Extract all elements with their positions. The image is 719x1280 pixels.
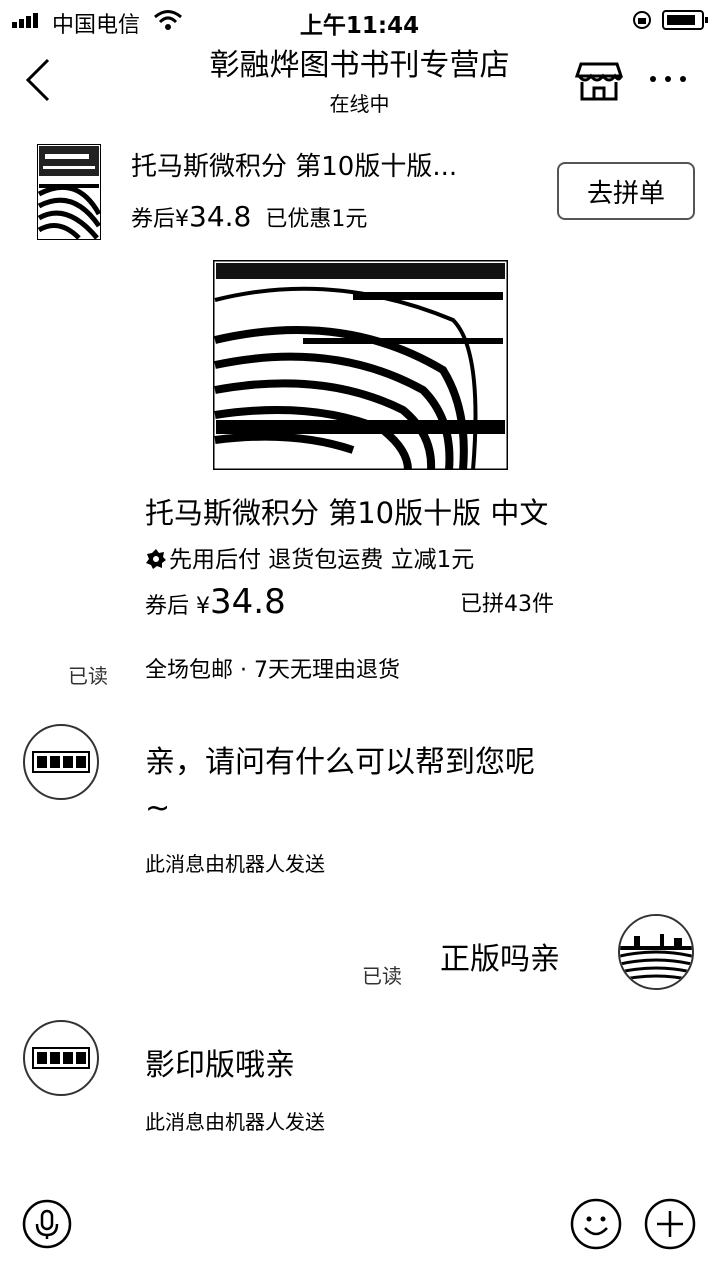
card-tags-text: 先用后付 退货包运费 立减1元 xyxy=(169,547,475,573)
read-receipt: 已读 xyxy=(362,964,402,988)
read-receipt: 已读 xyxy=(68,664,108,688)
badge-icon xyxy=(146,549,166,569)
shop-avatar[interactable] xyxy=(23,1020,99,1096)
status-bar: 中国电信 上午11:44 xyxy=(0,0,719,40)
shop-avatar[interactable] xyxy=(23,724,99,800)
product-title[interactable]: 托马斯微积分 第10版十版... xyxy=(131,146,457,183)
microphone-icon[interactable] xyxy=(22,1199,72,1249)
card-price: 券后 ¥34.8 xyxy=(145,582,286,622)
shop-logo-icon xyxy=(32,751,90,773)
card-tags: 先用后付 退货包运费 立减1元 xyxy=(145,540,474,574)
card-title[interactable]: 托马斯微积分 第10版十版 中文 xyxy=(145,490,548,532)
card-price-value: 34.8 xyxy=(210,582,286,622)
rotation-lock-icon xyxy=(633,11,651,29)
message-text: 亲，请问有什么可以帮到您呢~ xyxy=(145,745,535,826)
emoji-icon[interactable] xyxy=(570,1198,622,1250)
price-prefix: 券后¥ xyxy=(131,207,189,232)
user-avatar[interactable] xyxy=(618,914,694,990)
product-image[interactable] xyxy=(213,260,508,470)
shop-logo-icon xyxy=(32,1047,90,1069)
discount-label: 已优惠1元 xyxy=(265,207,368,232)
bot-note: 此消息由机器人发送 xyxy=(145,852,325,876)
card-price-prefix: 券后 ¥ xyxy=(145,594,210,619)
battery-icon xyxy=(662,10,708,30)
sold-count: 已拼43件 xyxy=(460,592,554,617)
group-buy-button[interactable]: 去拼单 xyxy=(557,162,695,220)
user-avatar-image xyxy=(620,916,692,988)
status-time: 上午11:44 xyxy=(299,13,420,39)
bot-note: 此消息由机器人发送 xyxy=(145,1110,325,1134)
message-text: 影印版哦亲 xyxy=(145,1048,295,1083)
price-value: 34.8 xyxy=(189,200,252,233)
plus-icon[interactable] xyxy=(644,1198,696,1250)
product-price: 券后¥34.8 已优惠1元 xyxy=(131,200,367,233)
more-icon[interactable] xyxy=(648,74,688,84)
store-icon[interactable] xyxy=(575,60,623,102)
message-text: 正版吗亲 xyxy=(440,942,560,977)
card-note: 全场包邮 · 7天无理由退货 xyxy=(145,658,400,683)
product-thumbnail[interactable] xyxy=(37,144,101,240)
